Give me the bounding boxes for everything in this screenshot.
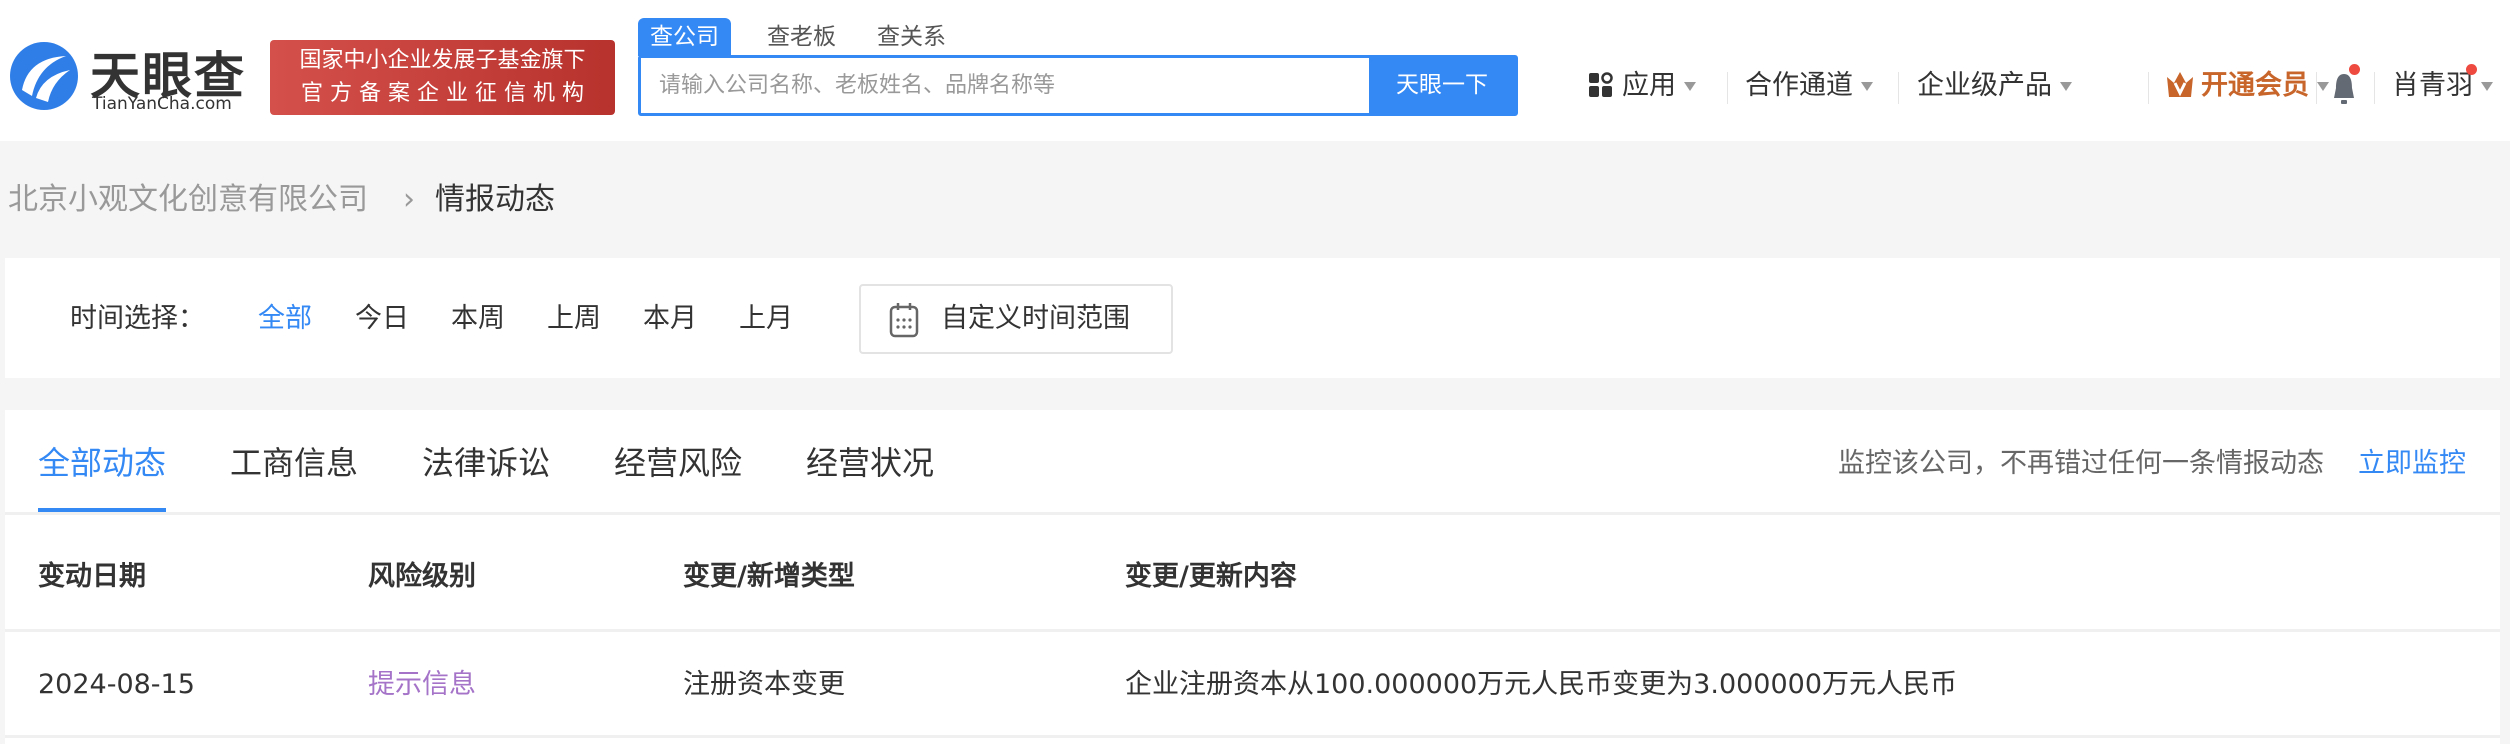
nav-user[interactable]: 肖青羽 <box>2392 68 2493 104</box>
nav-enterprise-label: 企业级产品 <box>1917 70 2052 101</box>
logo-domain: TianYanCha.com <box>92 94 232 114</box>
breadcrumb-separator-icon: › <box>403 182 415 217</box>
divider <box>5 629 2500 632</box>
chevron-down-icon <box>2481 82 2493 91</box>
row-content: 企业注册资本从100.000000万元人民币变更为3.000000万元人民币 <box>1125 669 1958 700</box>
column-header-risk: 风险级别 <box>368 561 476 592</box>
divider <box>1898 72 1899 104</box>
nav-partner[interactable]: 合作通道 <box>1745 68 1873 104</box>
user-name: 肖青羽 <box>2392 70 2473 101</box>
tab-all-news[interactable]: 全部动态 <box>38 441 166 485</box>
notification-bell-icon[interactable] <box>2330 70 2358 106</box>
divider <box>5 512 2500 515</box>
time-option-this-month[interactable]: 本月 <box>643 300 697 338</box>
tab-operating-risk[interactable]: 经营风险 <box>614 441 742 485</box>
nav-apps-label: 应用 <box>1622 70 1676 101</box>
divider <box>2148 72 2149 104</box>
search-tab-boss[interactable]: 查老板 <box>755 18 848 56</box>
crown-icon <box>2167 72 2193 97</box>
user-dot <box>2466 64 2477 75</box>
chevron-down-icon <box>1684 82 1696 91</box>
search-tab-relation[interactable]: 查关系 <box>865 18 958 56</box>
time-filter-label: 时间选择： <box>70 303 205 334</box>
search-box: 天眼一下 <box>638 55 1518 116</box>
breadcrumb-current: 情报动态 <box>435 182 555 217</box>
search-tab-company[interactable]: 查公司 <box>638 18 731 56</box>
time-option-last-week[interactable]: 上周 <box>547 300 601 338</box>
divider <box>2316 72 2317 104</box>
nav-apps[interactable]: 应用 <box>1588 68 1696 104</box>
column-header-type: 变更/新增类型 <box>683 561 855 592</box>
time-option-this-week[interactable]: 本周 <box>451 300 505 338</box>
row-risk-level[interactable]: 提示信息 <box>368 666 476 704</box>
badge-line-2: 官 方 备 案 企 业 征 信 机 构 <box>301 81 584 106</box>
custom-range-button[interactable]: 自定义时间范围 <box>859 284 1173 354</box>
time-option-all[interactable]: 全部 <box>258 300 312 338</box>
search-input[interactable] <box>641 58 1371 113</box>
column-header-date: 变动日期 <box>38 561 146 592</box>
nav-vip-label: 开通会员 <box>2201 70 2309 101</box>
chevron-down-icon <box>2317 82 2329 91</box>
column-header-content: 变更/更新内容 <box>1125 561 1297 592</box>
breadcrumb-company[interactable]: 北京小观文化创意有限公司 <box>8 180 368 220</box>
tab-business-info[interactable]: 工商信息 <box>230 441 358 485</box>
tab-legal[interactable]: 法律诉讼 <box>422 441 550 485</box>
notification-dot <box>2349 64 2360 75</box>
divider <box>5 735 2500 738</box>
time-option-today[interactable]: 今日 <box>355 300 409 338</box>
tianyancha-logo-icon[interactable] <box>8 40 80 112</box>
nav-enterprise[interactable]: 企业级产品 <box>1917 68 2072 104</box>
calendar-icon <box>889 303 919 338</box>
divider <box>2374 72 2375 104</box>
row-type: 注册资本变更 <box>683 669 845 700</box>
nav-vip[interactable]: 开通会员 <box>2165 68 2329 104</box>
row-date: 2024-08-15 <box>38 669 195 700</box>
chevron-down-icon <box>2060 82 2072 91</box>
monitor-hint: 监控该公司，不再错过任何一条情报动态 <box>1838 448 2324 479</box>
search-button[interactable]: 天眼一下 <box>1369 55 1515 116</box>
divider <box>1727 72 1728 104</box>
badge-line-1: 国家中小企业发展子基金旗下 <box>299 48 586 73</box>
top-header: 天眼查 TianYanCha.com 国家中小企业发展子基金旗下 官 方 备 案… <box>0 0 2510 141</box>
monitor-now-link[interactable]: 立即监控 <box>2358 445 2466 483</box>
tab-operating-status[interactable]: 经营状况 <box>806 441 934 485</box>
apps-grid-icon <box>1588 72 1614 98</box>
official-badge: 国家中小企业发展子基金旗下 官 方 备 案 企 业 征 信 机 构 <box>270 40 615 115</box>
time-option-last-month[interactable]: 上月 <box>739 300 793 338</box>
custom-range-label: 自定义时间范围 <box>941 303 1130 334</box>
chevron-down-icon <box>1861 82 1873 91</box>
nav-partner-label: 合作通道 <box>1745 70 1853 101</box>
